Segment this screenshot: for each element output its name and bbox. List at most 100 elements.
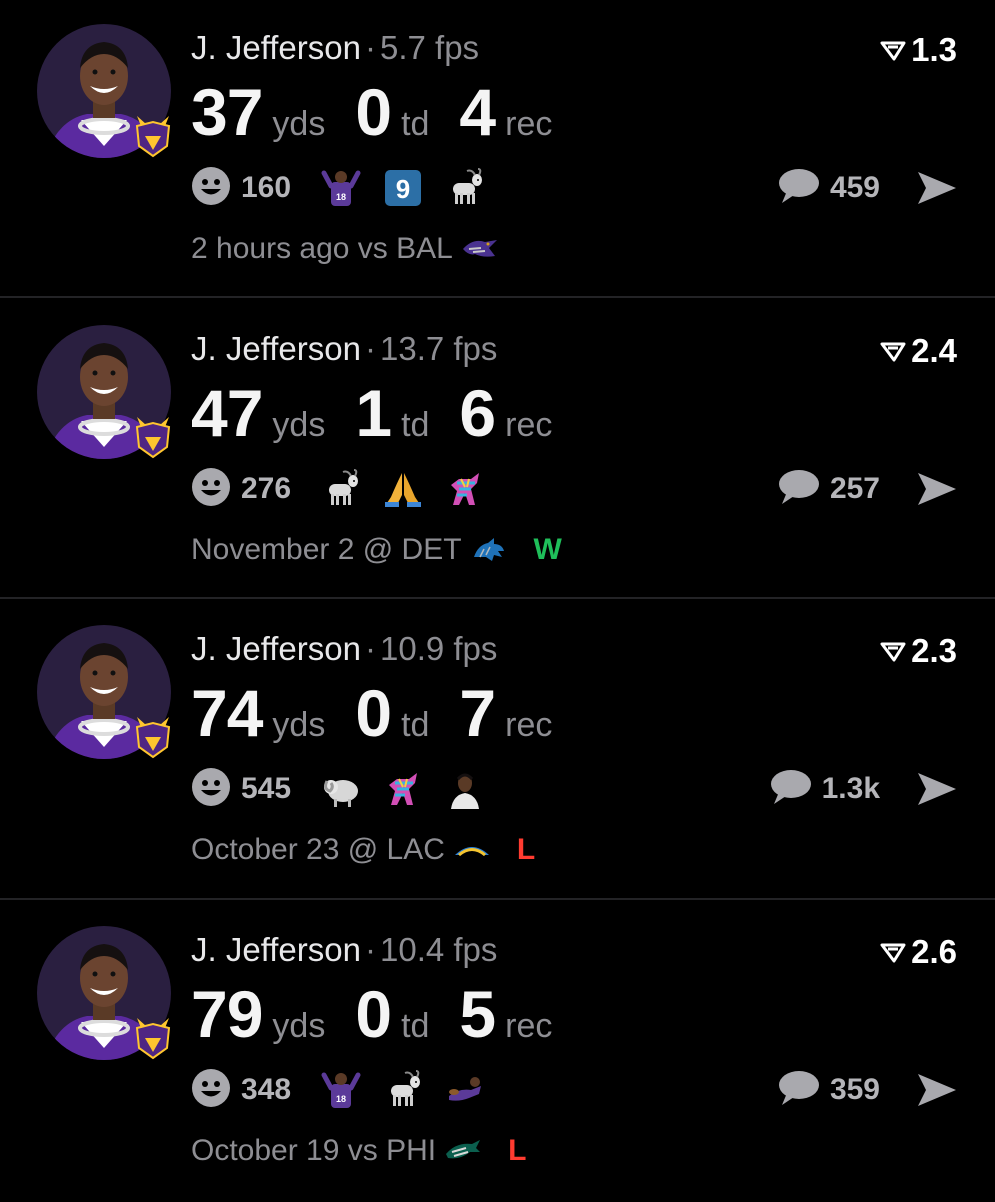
game-info-text: November 2 @ DET	[191, 533, 462, 566]
pinata-emoji[interactable]	[445, 469, 485, 509]
yards-unit: yds	[272, 105, 326, 143]
eagles-logo-icon	[444, 1136, 482, 1166]
comment-bubble-icon	[776, 1069, 820, 1112]
post-card[interactable]: J. Jefferson · 10.4 fps 2.6 79 yds 0 td 5 …	[0, 902, 995, 1202]
svg-text:18: 18	[336, 192, 346, 202]
filter-funnel-icon	[880, 934, 906, 972]
pinata-emoji[interactable]	[383, 769, 423, 809]
receptions-unit: rec	[505, 105, 553, 143]
smiley-face-icon[interactable]	[191, 767, 231, 812]
comment-count: 1.3k	[821, 772, 880, 805]
yards-value: 47	[191, 376, 263, 450]
reaction-bar: 276	[191, 466, 507, 512]
score-value: 2.3	[911, 632, 957, 669]
reaction-bar: 348 18	[191, 1067, 507, 1113]
game-info: October 23 @ LAC L	[191, 831, 535, 869]
separator-dot: ·	[364, 29, 376, 66]
touchdowns-value: 0	[355, 75, 392, 149]
player-name[interactable]: J. Jefferson	[191, 931, 361, 968]
comments-button[interactable]: 459	[776, 165, 880, 211]
player-name[interactable]: J. Jefferson	[191, 630, 361, 667]
smiley-face-icon[interactable]	[191, 166, 231, 211]
filter-funnel-icon	[880, 32, 906, 70]
avatar[interactable]	[37, 24, 171, 158]
separator-dot: ·	[364, 931, 376, 968]
touchdowns-unit: td	[401, 706, 430, 744]
reaction-count: 276	[241, 472, 292, 505]
score-value: 1.3	[911, 31, 957, 68]
player-name[interactable]: J. Jefferson	[191, 330, 361, 367]
reaction-count: 160	[241, 171, 292, 204]
comments-button[interactable]: 359	[776, 1067, 880, 1113]
score-value: 2.4	[911, 332, 957, 369]
divider	[0, 898, 995, 900]
score-badge: 2.4	[880, 331, 957, 371]
share-arrow-icon[interactable]	[915, 168, 959, 208]
receptions-value: 5	[459, 977, 496, 1051]
game-result: L	[508, 1134, 527, 1167]
comments-button[interactable]: 1.3k	[768, 766, 880, 812]
number-9-badge-emoji[interactable]: 9	[383, 168, 423, 208]
comment-bubble-icon	[776, 167, 820, 210]
game-result: L	[516, 833, 536, 866]
game-info-text: October 19 vs PHI	[191, 1134, 437, 1167]
stat-line: 79 yds 0 td 5 rec	[191, 978, 552, 1050]
post-header: J. Jefferson · 13.7 fps	[191, 329, 497, 369]
yards-value: 79	[191, 977, 263, 1051]
divider	[0, 597, 995, 599]
fps-value: 10.4 fps	[379, 931, 498, 968]
praying-hands-emoji[interactable]	[383, 469, 423, 509]
post-card[interactable]: J. Jefferson · 10.9 fps 2.3 74 yds 0 td 7 …	[0, 601, 995, 901]
comment-count: 257	[829, 472, 880, 505]
avatar[interactable]	[37, 625, 171, 759]
fps-value: 13.7 fps	[379, 330, 498, 367]
share-arrow-icon[interactable]	[915, 469, 959, 509]
comments-button[interactable]: 257	[776, 466, 880, 512]
reaction-bar: 160 18 9	[191, 165, 507, 211]
divider	[0, 296, 995, 298]
player-diving-emoji[interactable]	[445, 1070, 485, 1110]
touchdowns-unit: td	[401, 105, 430, 143]
yards-value: 37	[191, 75, 263, 149]
goat-emoji[interactable]	[321, 469, 361, 509]
share-arrow-icon[interactable]	[915, 769, 959, 809]
reaction-count: 348	[241, 1073, 292, 1106]
smiley-face-icon[interactable]	[191, 467, 231, 512]
post-card[interactable]: J. Jefferson · 5.7 fps 1.3 37 yds 0 td 4 r…	[0, 0, 995, 300]
fps-value: 10.9 fps	[379, 630, 498, 667]
goat-emoji[interactable]	[383, 1070, 423, 1110]
avatar[interactable]	[37, 325, 171, 459]
player-name[interactable]: J. Jefferson	[191, 29, 361, 66]
post-header: J. Jefferson · 10.9 fps	[191, 629, 497, 669]
game-info: 2 hours ago vs BAL	[191, 230, 525, 268]
score-value: 2.6	[911, 933, 957, 970]
player-photo-emoji[interactable]	[445, 769, 485, 809]
touchdowns-unit: td	[401, 406, 430, 444]
receptions-value: 4	[459, 75, 496, 149]
yards-unit: yds	[272, 1007, 326, 1045]
svg-text:18: 18	[336, 1094, 346, 1104]
badge-number: 9	[396, 174, 410, 204]
stat-line: 74 yds 0 td 7 rec	[191, 677, 552, 749]
smiley-face-icon[interactable]	[191, 1068, 231, 1113]
yards-unit: yds	[272, 706, 326, 744]
comment-count: 459	[829, 171, 880, 204]
lions-logo-icon	[470, 535, 508, 565]
avatar[interactable]	[37, 926, 171, 1060]
score-badge: 1.3	[880, 30, 957, 70]
touchdowns-value: 0	[355, 977, 392, 1051]
yards-value: 74	[191, 676, 263, 750]
game-info-text: October 23 @ LAC	[191, 833, 445, 866]
goat-emoji[interactable]	[445, 168, 485, 208]
post-card[interactable]: J. Jefferson · 13.7 fps 2.4 47 yds 1 td 6 …	[0, 301, 995, 601]
share-arrow-icon[interactable]	[915, 1070, 959, 1110]
game-result: W	[533, 533, 562, 566]
receptions-unit: rec	[505, 1007, 553, 1045]
score-badge: 2.6	[880, 932, 957, 972]
player-18-emoji[interactable]: 18	[321, 168, 361, 208]
ram-emoji[interactable]	[321, 769, 361, 809]
chargers-logo-icon	[453, 835, 491, 865]
separator-dot: ·	[364, 330, 376, 367]
player-18-emoji[interactable]: 18	[321, 1070, 361, 1110]
yards-unit: yds	[272, 406, 326, 444]
